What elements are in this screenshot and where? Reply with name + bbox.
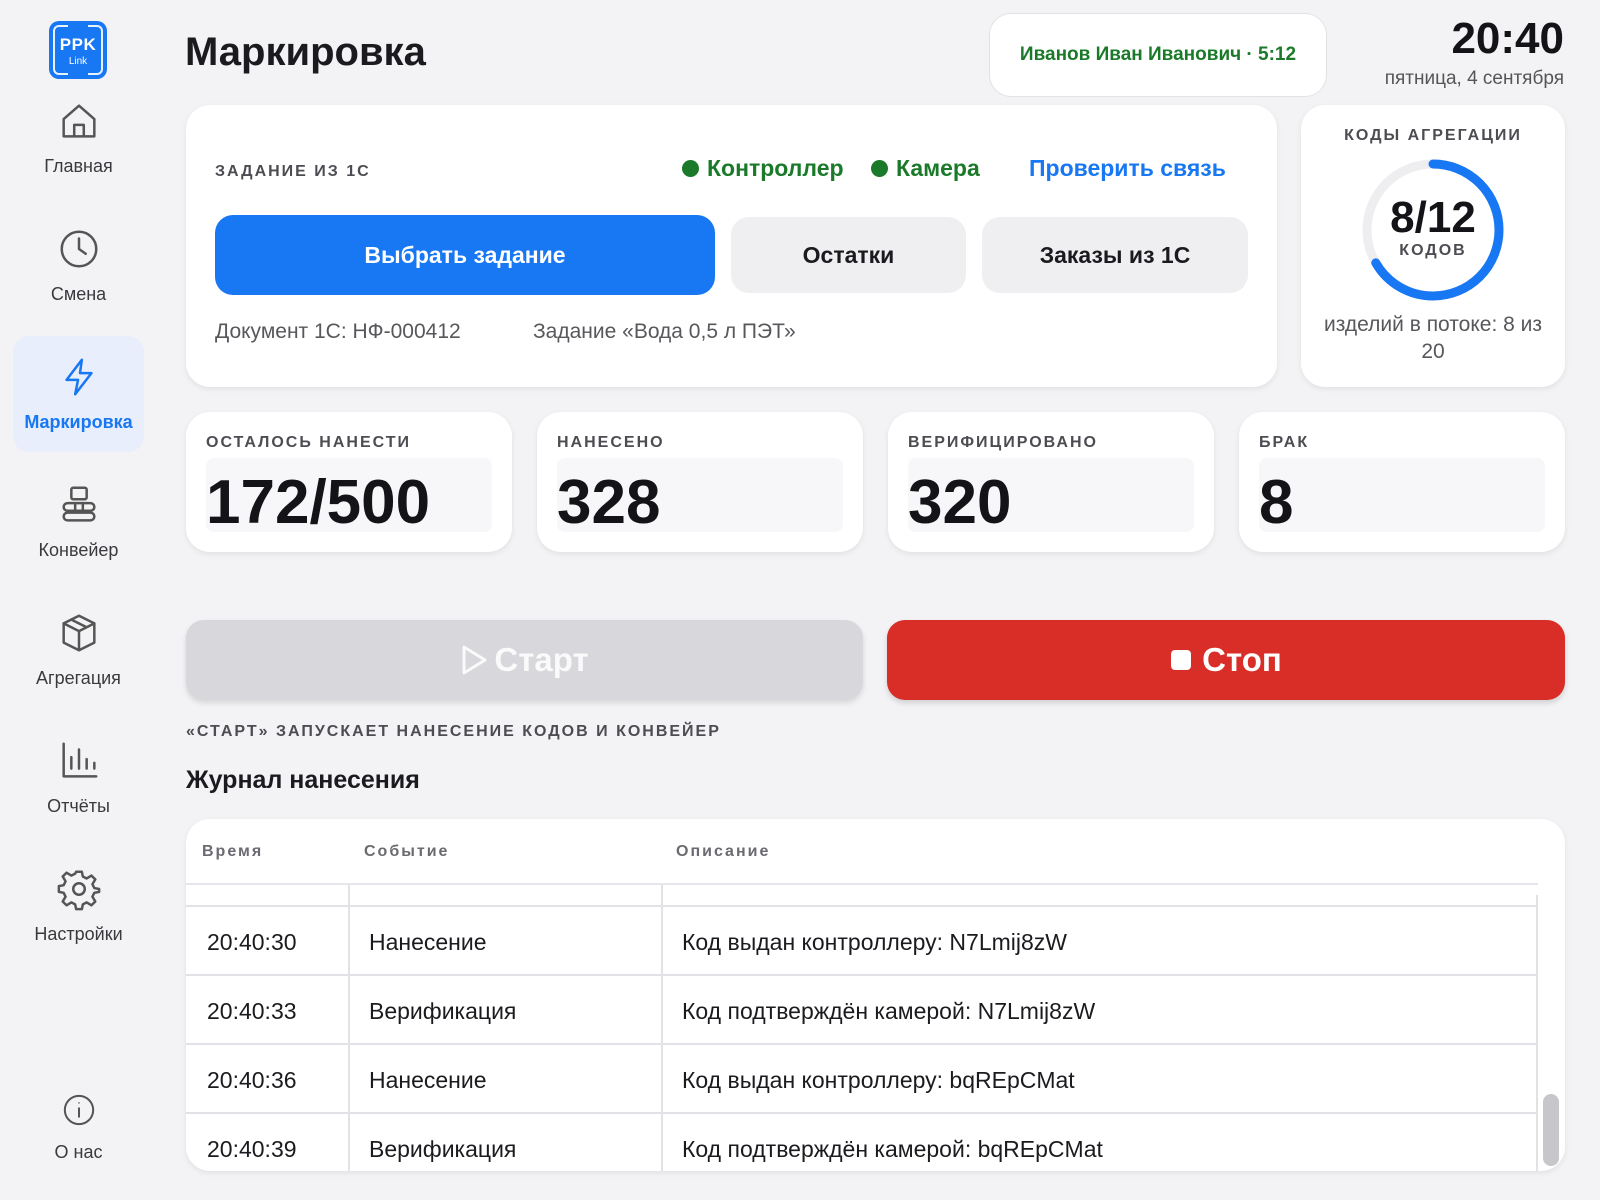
log-table-header: Время Событие Описание bbox=[186, 819, 1538, 885]
cell-time: 20:40:33 bbox=[207, 998, 297, 1024]
stat-applied: НАНЕСЕНО 328 bbox=[537, 412, 863, 552]
cell-event: Верификация bbox=[369, 998, 517, 1024]
clock: 20:40 пятница, 4 сентября bbox=[1385, 14, 1564, 90]
stat-defect: БРАК 8 bbox=[1239, 412, 1565, 552]
camera-status: Камера bbox=[871, 155, 980, 182]
select-task-button[interactable]: Выбрать задание bbox=[215, 215, 715, 295]
cell-time: 20:40:30 bbox=[207, 929, 297, 955]
sidebar-item-label: Отчёты bbox=[47, 796, 110, 816]
sidebar-item-label: Главная bbox=[44, 156, 113, 176]
cell-time: 20:40:36 bbox=[207, 1067, 297, 1093]
table-row[interactable]: 20:40:33 Верификация Код подтверждён кам… bbox=[186, 974, 1538, 1043]
logo-text: PPK bbox=[59, 35, 97, 54]
cell-description: Код выдан контроллеру: N7Lmij8zW bbox=[682, 929, 1067, 955]
sidebar-item-conveyor[interactable]: Конвейер bbox=[13, 464, 144, 580]
stop-button-label: Стоп bbox=[1202, 641, 1282, 678]
status-dot-icon bbox=[682, 160, 699, 177]
stop-button[interactable]: Стоп bbox=[887, 620, 1565, 700]
clock-icon bbox=[60, 230, 97, 268]
sidebar-item-label: Смена bbox=[50, 284, 107, 304]
log-table-body: 20:40:30 Нанесение Код выдан контроллеру… bbox=[186, 895, 1538, 1171]
play-icon bbox=[462, 645, 487, 675]
log-table: Время Событие Описание 20:40:30 Нанесени… bbox=[186, 819, 1565, 1171]
sidebar-item-label: Маркировка bbox=[24, 412, 133, 432]
sidebar-item-label: О нас bbox=[54, 1142, 103, 1162]
sidebar-item-settings[interactable]: Настройки bbox=[13, 848, 144, 964]
clock-time: 20:40 bbox=[1451, 14, 1564, 63]
cell-event: Нанесение bbox=[369, 1067, 487, 1093]
box-icon bbox=[61, 614, 96, 652]
controller-status: Контроллер bbox=[682, 155, 844, 182]
start-hint: «СТАРТ» ЗАПУСКАЕТ НАНЕСЕНИЕ КОДОВ И КОНВ… bbox=[186, 723, 721, 740]
sidebar: PPK Link Главная Смена Маркировка Конвей… bbox=[0, 0, 156, 1200]
stat-value: 172/500 bbox=[206, 468, 431, 537]
stat-value: 328 bbox=[557, 468, 661, 537]
home-icon bbox=[61, 104, 96, 138]
sidebar-item-home[interactable]: Главная bbox=[13, 80, 144, 196]
stat-caption: ОСТАЛОСЬ НАНЕСТИ bbox=[206, 434, 412, 451]
log-scrollbar[interactable] bbox=[1543, 1094, 1559, 1166]
start-button-label: Старт bbox=[494, 641, 589, 678]
sidebar-item-shift[interactable]: Смена bbox=[13, 208, 144, 324]
cell-event: Нанесение bbox=[369, 929, 487, 955]
gear-icon bbox=[57, 870, 100, 911]
logo-subtext: Link bbox=[68, 56, 88, 67]
stat-value: 8 bbox=[1259, 468, 1294, 537]
aggregation-caption: КОДЫ АГРЕГАЦИИ bbox=[1344, 127, 1522, 144]
controller-status-label: Контроллер bbox=[707, 155, 844, 181]
start-button[interactable]: Старт bbox=[186, 620, 863, 700]
cell-description: Код подтверждён камерой: bqREpCMat bbox=[682, 1136, 1103, 1162]
stat-box bbox=[1259, 458, 1545, 532]
conveyor-icon bbox=[61, 486, 96, 522]
clock-date: пятница, 4 сентября bbox=[1384, 68, 1564, 89]
lightning-icon bbox=[64, 358, 93, 396]
stop-icon bbox=[1171, 650, 1192, 670]
status-dot-icon bbox=[871, 160, 888, 177]
stat-caption: ВЕРИФИЦИРОВАНО bbox=[908, 434, 1098, 451]
cell-description: Код подтверждён камерой: N7Lmij8zW bbox=[682, 998, 1096, 1024]
table-row[interactable]: 20:40:36 Нанесение Код выдан контроллеру… bbox=[186, 1043, 1538, 1112]
stat-verified: ВЕРИФИЦИРОВАНО 320 bbox=[888, 412, 1214, 552]
stat-value: 320 bbox=[908, 468, 1012, 537]
app-logo: PPK Link bbox=[49, 21, 107, 79]
aggregation-unit: КОДОВ bbox=[1399, 242, 1467, 259]
orders-1c-button[interactable]: Заказы из 1С bbox=[982, 217, 1248, 293]
sidebar-item-about[interactable]: О нас bbox=[13, 1090, 144, 1163]
page-title: Маркировка bbox=[185, 30, 426, 74]
check-connection-link[interactable]: Проверить связь bbox=[1029, 155, 1226, 182]
log-title: Журнал нанесения bbox=[186, 766, 420, 794]
task-caption: ЗАДАНИЕ ИЗ 1С bbox=[215, 163, 371, 180]
column-header-event: Событие bbox=[364, 843, 450, 860]
document-number: Документ 1С: НФ-000412 bbox=[215, 320, 461, 343]
stat-remaining: ОСТАЛОСЬ НАНЕСТИ 172/500 bbox=[186, 412, 512, 552]
cell-description: Код выдан контроллеру: bqREpCMat bbox=[682, 1067, 1075, 1093]
sidebar-item-reports[interactable]: Отчёты bbox=[13, 720, 144, 836]
task-card: ЗАДАНИЕ ИЗ 1С Контроллер Камера Проверит… bbox=[186, 105, 1277, 387]
aggregation-card: КОДЫ АГРЕГАЦИИ 8/12 КОДОВ изделий в пото… bbox=[1301, 105, 1565, 387]
chart-icon bbox=[61, 742, 97, 778]
table-row[interactable]: 20:40:39 Верификация Код подтверждён кам… bbox=[186, 1112, 1538, 1171]
user-session-chip[interactable]: Иванов Иван Иванович · 5:12 bbox=[989, 13, 1327, 97]
stat-caption: НАНЕСЕНО bbox=[557, 434, 665, 451]
column-header-description: Описание bbox=[676, 843, 771, 860]
sidebar-item-label: Настройки bbox=[34, 924, 123, 944]
task-name: Задание «Вода 0,5 л ПЭТ» bbox=[533, 320, 796, 343]
leftovers-button[interactable]: Остатки bbox=[731, 217, 966, 293]
aggregation-value: 8/12 bbox=[1390, 193, 1476, 242]
camera-status-label: Камера bbox=[896, 155, 980, 181]
sidebar-item-label: Агрегация bbox=[36, 668, 121, 688]
column-header-time: Время bbox=[202, 843, 264, 860]
info-icon bbox=[63, 1094, 94, 1126]
cell-time: 20:40:39 bbox=[207, 1136, 297, 1162]
cell-event: Верификация bbox=[369, 1136, 517, 1162]
sidebar-item-label: Конвейер bbox=[38, 540, 119, 560]
stat-caption: БРАК bbox=[1259, 434, 1310, 451]
sidebar-item-marking[interactable]: Маркировка bbox=[13, 336, 144, 452]
table-row[interactable]: 20:40:30 Нанесение Код выдан контроллеру… bbox=[186, 905, 1538, 974]
aggregation-flow-count: изделий в потоке: 8 из 20 bbox=[1324, 313, 1542, 363]
sidebar-item-aggregation[interactable]: Агрегация bbox=[13, 592, 144, 708]
